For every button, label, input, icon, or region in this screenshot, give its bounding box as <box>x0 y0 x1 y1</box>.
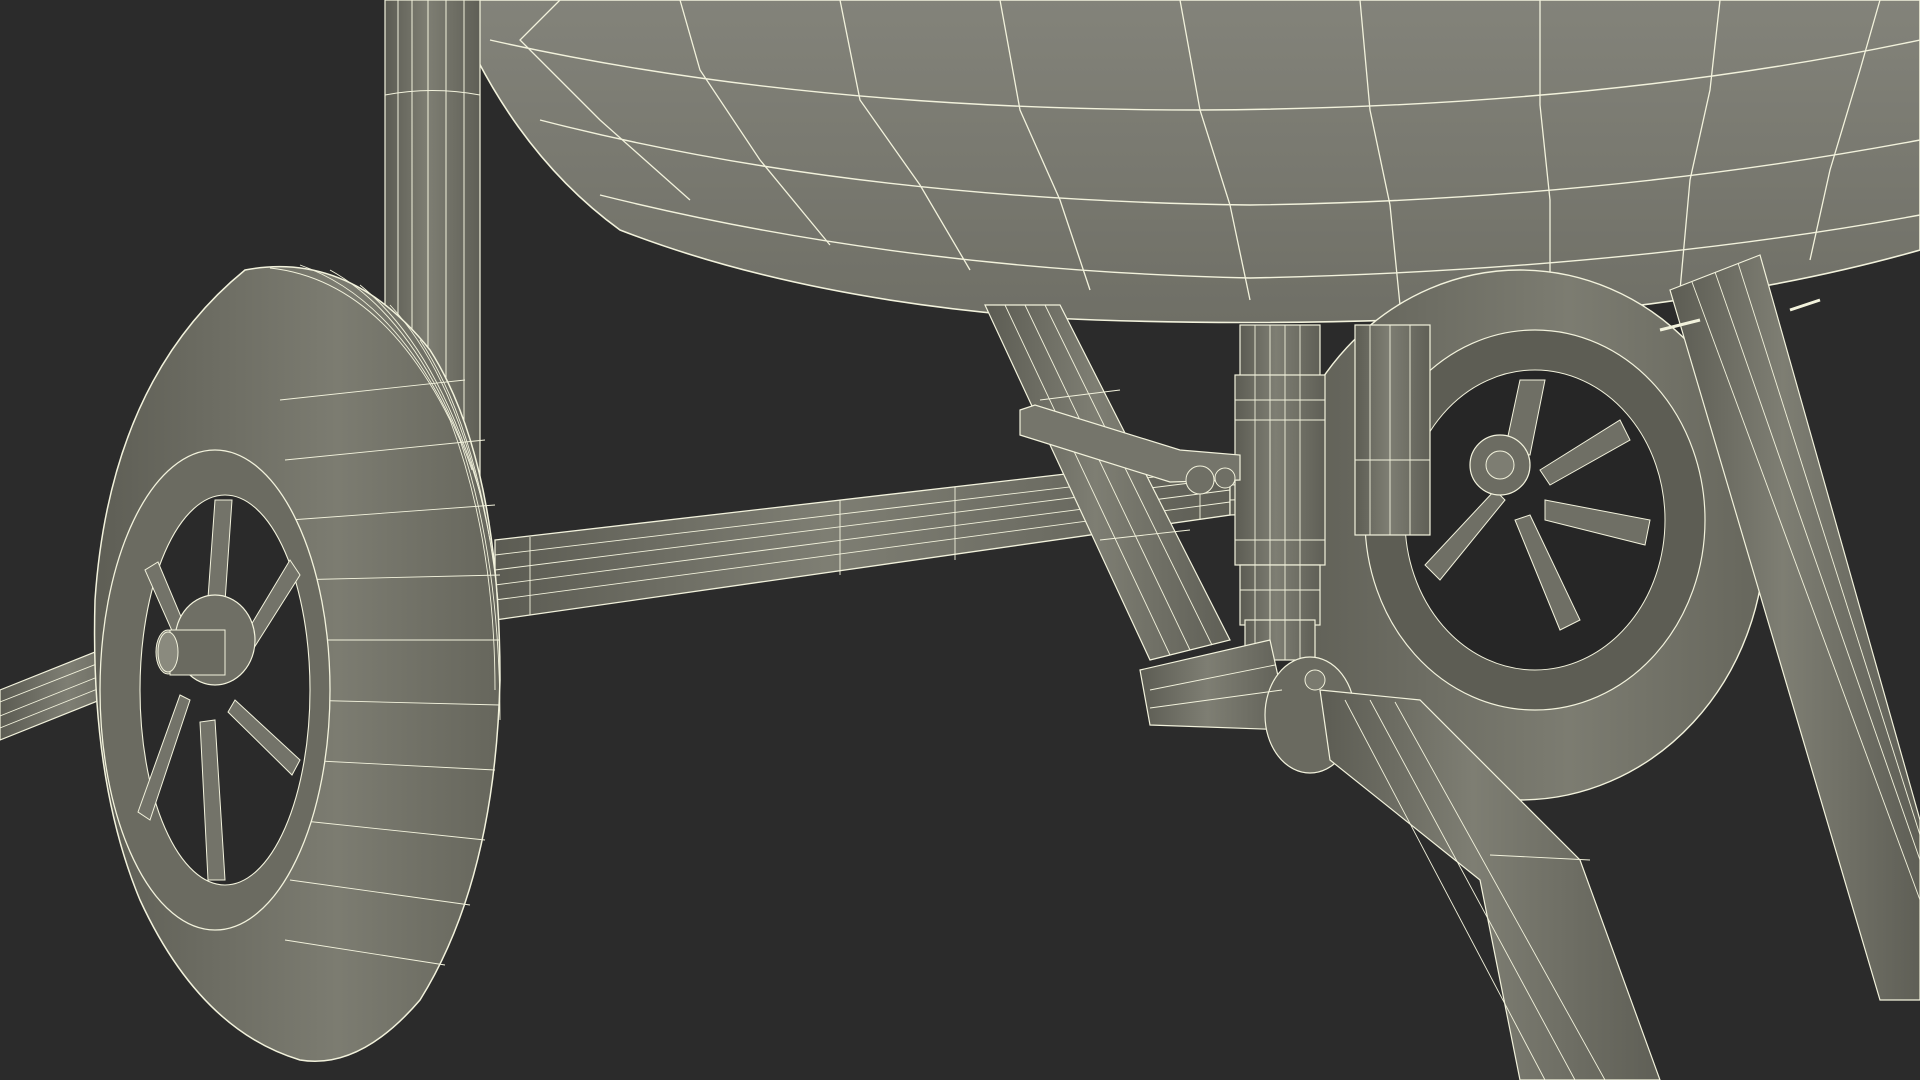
wireframe-scene <box>0 0 1920 1080</box>
render-viewport <box>0 0 1920 1080</box>
drum-body <box>449 0 1920 324</box>
wheel-left <box>93 264 501 1062</box>
mixer-drum <box>449 0 1920 324</box>
